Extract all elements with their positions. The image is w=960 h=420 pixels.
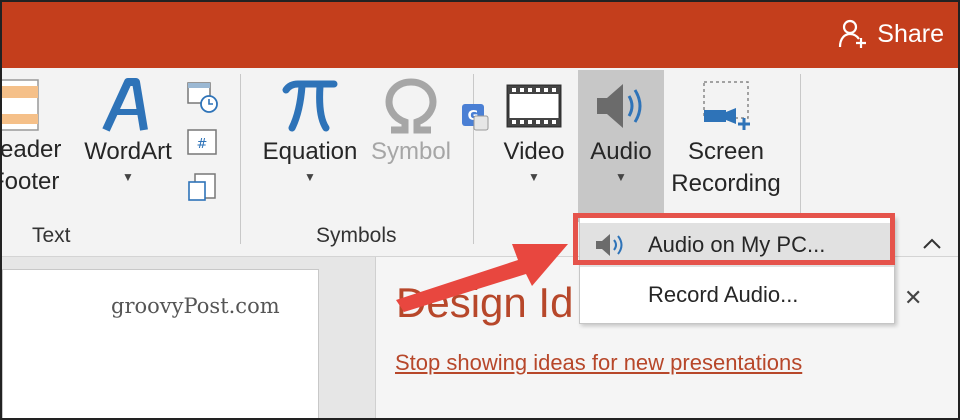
film-strip-icon (506, 84, 562, 128)
share-button[interactable]: Share (837, 16, 944, 52)
equation-button[interactable]: Equation ▼ (258, 76, 362, 186)
group-separator (473, 74, 474, 244)
wordart-icon (102, 78, 148, 132)
chevron-down-icon: ▼ (122, 170, 134, 184)
title-bar: Share (2, 2, 958, 68)
audio-button[interactable]: Audio ▼ (578, 70, 664, 222)
screen-recording-label-line1: Screen (687, 138, 765, 165)
menu-item-record-audio[interactable]: Record Audio... (580, 273, 894, 317)
watermark-text: groovyPost.com (111, 294, 280, 318)
header-footer-icon (2, 79, 39, 131)
speaker-icon (596, 234, 623, 256)
close-icon[interactable]: ✕ (904, 285, 922, 311)
header-footer-label-line1: eader (0, 136, 62, 163)
powerpoint-window: Share eader Footer WordArt ▼ (0, 0, 960, 420)
header-footer-button[interactable]: eader Footer (0, 76, 66, 198)
slide-canvas[interactable]: groovyPost.com (2, 269, 319, 418)
object-icon (188, 173, 216, 201)
chevron-down-icon: ▼ (528, 170, 540, 184)
person-add-icon (839, 19, 867, 48)
menu-item-label: Audio on My PC... (648, 232, 826, 257)
svg-text:#: # (197, 137, 208, 152)
share-label: Share (877, 19, 944, 48)
group-separator (240, 74, 241, 244)
speaker-icon (597, 84, 642, 128)
pi-icon (282, 80, 338, 132)
group-label-symbols: Symbols (316, 224, 397, 247)
stop-showing-ideas-link[interactable]: Stop showing ideas for new presentations (395, 350, 802, 376)
group-label-text: Text (32, 224, 71, 247)
screen-recording-button[interactable]: Screen Recording (666, 76, 786, 200)
equation-label: Equation (262, 138, 358, 165)
video-label: Video (503, 138, 565, 165)
header-footer-label-line2: Footer (2, 168, 60, 195)
video-button[interactable]: Video ▼ (498, 76, 570, 186)
symbol-label: Symbol (370, 138, 452, 165)
slide-number-icon: # (187, 129, 217, 155)
screen-recording-label-line2: Recording (671, 170, 781, 197)
omega-icon (385, 78, 437, 134)
chevron-down-icon: ▼ (304, 170, 316, 184)
translate-icon: G (462, 104, 489, 131)
menu-item-audio-on-my-pc[interactable]: Audio on My PC... (580, 223, 894, 267)
date-time-button[interactable] (186, 80, 220, 114)
menu-item-label: Record Audio... (648, 282, 799, 307)
red-arrow-annotation (396, 244, 568, 312)
wordart-label: WordArt (84, 138, 172, 165)
chevron-down-icon: ▼ (615, 170, 627, 184)
calendar-clock-icon (187, 82, 218, 113)
slide-number-button[interactable]: # (186, 126, 220, 160)
translate-addin-button[interactable]: G (460, 102, 490, 132)
collapse-ribbon-icon[interactable] (922, 234, 942, 255)
object-button[interactable] (186, 172, 220, 206)
audio-label: Audio (590, 138, 652, 165)
symbol-button[interactable]: Symbol (366, 76, 456, 168)
wordart-button[interactable]: WordArt ▼ (80, 76, 176, 186)
screen-recording-icon (703, 81, 750, 130)
audio-dropdown-menu: Audio on My PC... Record Audio... (579, 216, 895, 324)
